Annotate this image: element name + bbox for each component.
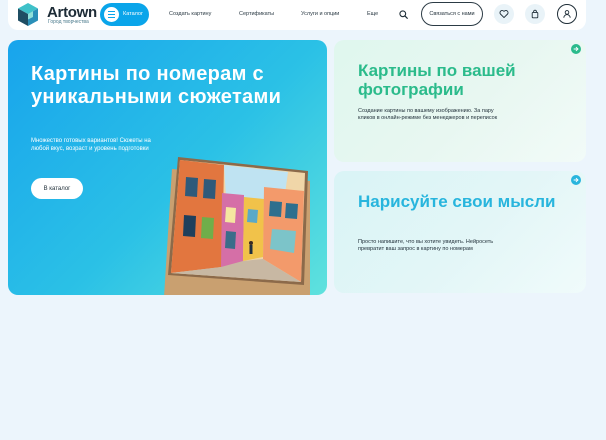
heart-icon [499,10,509,19]
ai-painting-card[interactable]: Нарисуйте свои мысли Просто напишите, чт… [334,171,586,293]
hero-subtitle: Множество готовых вариантов! Сюжеты на л… [31,138,151,152]
catalog-button[interactable]: Каталог [100,3,149,26]
card-description: Создание картины по вашему изображению. … [358,108,498,121]
nav-more[interactable]: Еще [367,11,378,17]
photo-painting-card[interactable]: Картины по вашей фотографии Создание кар… [334,40,586,162]
brand-tagline: Город творчества [48,19,89,25]
favorites-button[interactable] [494,4,514,24]
nav-certificates[interactable]: Сертификаты [239,11,274,17]
user-icon [563,10,571,18]
catalog-cta-button[interactable]: В каталог [31,178,83,199]
cube-logo-icon[interactable] [17,2,39,27]
hamburger-menu-icon [104,7,119,22]
top-header: Artown Город творчества Каталог Создать … [8,0,586,30]
shopping-bag-icon [531,9,539,19]
catalog-label: Каталог [123,11,143,17]
card-description: Просто напишите, что вы хотите увидеть. … [358,239,494,252]
arrow-right-icon[interactable] [571,175,581,185]
hero-banner[interactable]: Картины по номерам с уникальными сюжетам… [8,40,327,295]
cart-button[interactable] [525,4,545,24]
hero-title: Картины по номерам с уникальными сюжетам… [31,63,282,108]
contact-button[interactable]: Связаться с нами [421,2,483,26]
search-icon[interactable] [399,10,408,19]
arrow-right-icon[interactable] [571,44,581,54]
nav-services[interactable]: Услуги и опции [301,11,339,17]
card-title: Картины по вашей фотографии [358,61,516,99]
nav-create-painting[interactable]: Создать картину [169,11,211,17]
card-title: Нарисуйте свои мысли [358,192,556,211]
account-button[interactable] [557,4,577,24]
painting-canvas-image [164,157,310,295]
